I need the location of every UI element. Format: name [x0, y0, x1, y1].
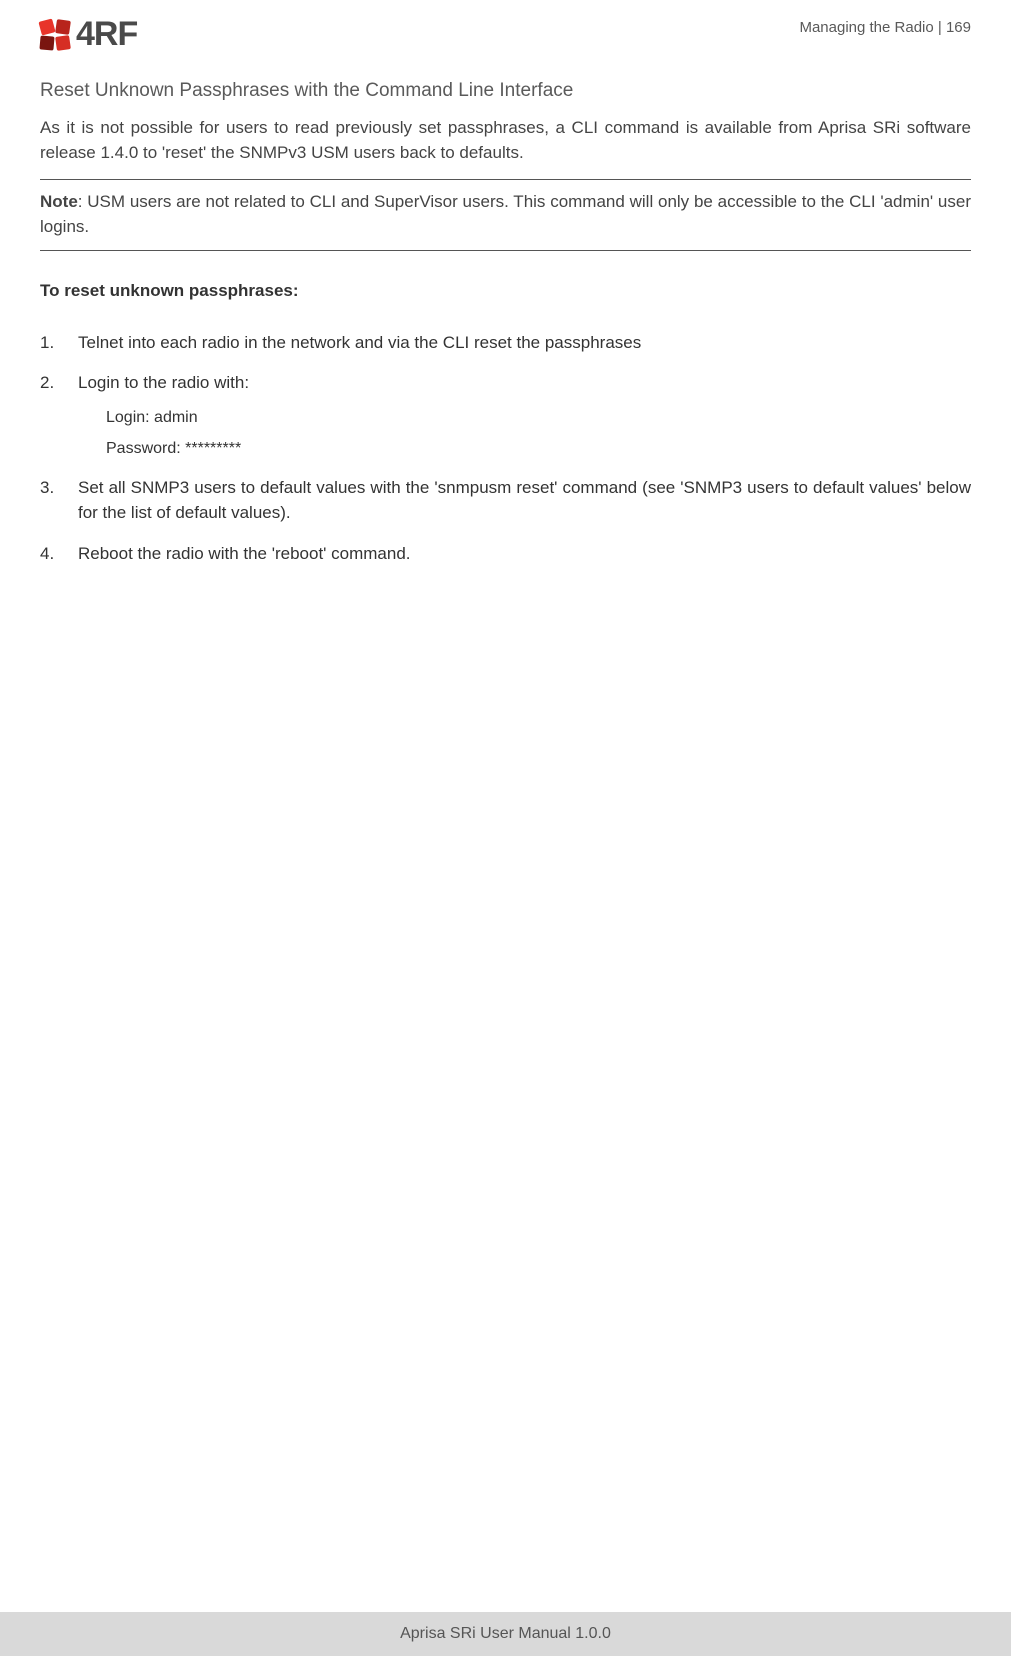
login-line: Login: admin [106, 406, 971, 429]
header-sep: | [934, 19, 946, 36]
page-header: 4RF Managing the Radio | 169 [40, 0, 971, 64]
password-line: Password: ********* [106, 437, 971, 460]
footer-text: Aprisa SRi User Manual 1.0.0 [400, 1625, 611, 1643]
intro-paragraph: As it is not possible for users to read … [40, 116, 971, 165]
header-page-info: Managing the Radio | 169 [799, 15, 971, 36]
step-1: Telnet into each radio in the network an… [40, 331, 971, 356]
steps-list: Telnet into each radio in the network an… [40, 331, 971, 567]
header-page-number: 169 [946, 19, 971, 36]
logo-text: 4RF [76, 15, 137, 54]
step-4: Reboot the radio with the 'reboot' comma… [40, 542, 971, 567]
logo-icon [40, 20, 70, 50]
procedure-heading: To reset unknown passphrases: [40, 281, 971, 301]
note-block: Note: USM users are not related to CLI a… [40, 179, 971, 250]
section-title: Reset Unknown Passphrases with the Comma… [40, 80, 971, 102]
step-2: Login to the radio with: Login: admin Pa… [40, 371, 971, 460]
step-3-text: Set all SNMP3 users to default values wi… [78, 478, 971, 522]
company-logo: 4RF [40, 15, 137, 54]
step-1-text: Telnet into each radio in the network an… [78, 333, 641, 352]
step-2-details: Login: admin Password: ********* [106, 406, 971, 460]
header-section: Managing the Radio [799, 19, 933, 36]
page-footer: Aprisa SRi User Manual 1.0.0 [0, 1612, 1011, 1656]
step-3: Set all SNMP3 users to default values wi… [40, 476, 971, 525]
note-text: : USM users are not related to CLI and S… [40, 192, 971, 236]
note-label: Note [40, 192, 78, 211]
step-4-text: Reboot the radio with the 'reboot' comma… [78, 544, 411, 563]
step-2-text: Login to the radio with: [78, 373, 249, 392]
